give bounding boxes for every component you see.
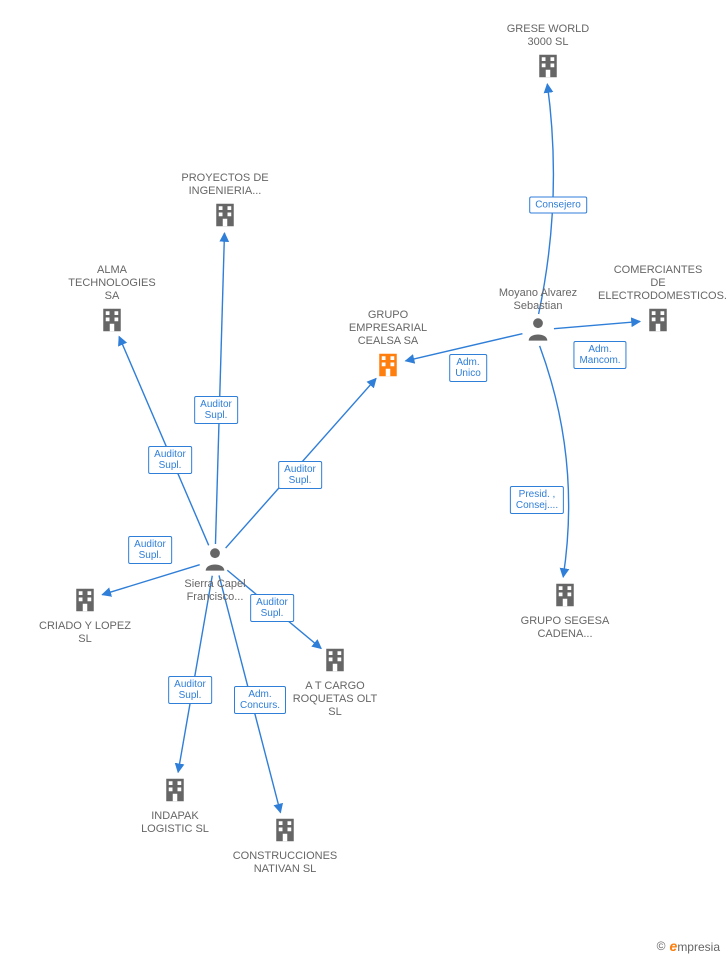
building-icon (160, 775, 190, 805)
copyright-symbol: © (657, 939, 666, 953)
node-indapak[interactable]: INDAPAKLOGISTIC SL (115, 775, 235, 836)
node-construc[interactable]: CONSTRUCCIONESNATIVAN SL (225, 815, 345, 876)
node-label: ALMATECHNOLOGIESSA (52, 264, 172, 303)
building-icon (643, 305, 673, 335)
person-icon (524, 315, 552, 343)
node-label: GRUPO SEGESACADENA... (505, 615, 625, 641)
node-label: INDAPAKLOGISTIC SL (115, 810, 235, 836)
building-icon (320, 645, 350, 675)
node-label: COMERCIANTESDEELECTRODOMESTICOS... (598, 264, 718, 303)
edge-sierra-indapak (178, 576, 212, 773)
node-proyectos[interactable]: PROYECTOS DEINGENIERIA... (165, 172, 285, 233)
node-cealsa[interactable]: GRUPOEMPRESARIALCEALSA SA (328, 309, 448, 383)
copyright: © empresia (657, 938, 720, 954)
edge-label-sierra-construc[interactable]: Adm.Concurs. (234, 686, 286, 714)
diagram-canvas: GRESE WORLD3000 SL PROYECTOS DEINGENIERI… (0, 0, 728, 960)
edge-sierra-proyectos (215, 233, 224, 544)
node-label: GRUPOEMPRESARIALCEALSA SA (328, 309, 448, 348)
node-label: Moyano AlvarezSebastian (478, 287, 598, 313)
edge-label-sierra-criado[interactable]: AuditorSupl. (128, 536, 172, 564)
node-label: GRESE WORLD3000 SL (488, 23, 608, 49)
edge-label-sierra-indapak[interactable]: AuditorSupl. (168, 676, 212, 704)
node-criado[interactable]: CRIADO Y LOPEZSL (25, 585, 145, 646)
node-alma[interactable]: ALMATECHNOLOGIESSA (52, 264, 172, 338)
edge-moyano-segesa (540, 346, 569, 577)
node-label: PROYECTOS DEINGENIERIA... (165, 172, 285, 198)
node-grese[interactable]: GRESE WORLD3000 SL (488, 23, 608, 84)
node-segesa[interactable]: GRUPO SEGESACADENA... (505, 580, 625, 641)
edge-label-moyano-segesa[interactable]: Presid. ,Consej.... (510, 486, 564, 514)
building-icon (210, 200, 240, 230)
edges-layer (0, 0, 728, 960)
building-icon (373, 350, 403, 380)
edge-label-sierra-proyectos[interactable]: AuditorSupl. (194, 396, 238, 424)
building-icon (270, 815, 300, 845)
edge-label-moyano-comerciantes[interactable]: Adm.Mancom. (573, 341, 626, 369)
node-moyano[interactable]: Moyano AlvarezSebastian (478, 287, 598, 346)
building-icon (550, 580, 580, 610)
node-label: A T CARGOROQUETAS OLTSL (275, 680, 395, 719)
node-comerciantes[interactable]: COMERCIANTESDEELECTRODOMESTICOS... (598, 264, 718, 338)
person-icon (201, 545, 229, 573)
edge-sierra-alma (119, 337, 209, 546)
building-icon (97, 305, 127, 335)
edge-label-sierra-atcargo[interactable]: AuditorSupl. (250, 594, 294, 622)
edge-label-moyano-grese[interactable]: Consejero (529, 197, 587, 214)
node-label: CONSTRUCCIONESNATIVAN SL (225, 850, 345, 876)
building-icon (533, 51, 563, 81)
edge-label-sierra-cealsa[interactable]: AuditorSupl. (278, 461, 322, 489)
building-icon (70, 585, 100, 615)
node-label: CRIADO Y LOPEZSL (25, 620, 145, 646)
edge-label-moyano-cealsa[interactable]: Adm.Unico (449, 354, 487, 382)
brand-logo-text: mpresia (677, 940, 720, 954)
node-atcargo[interactable]: A T CARGOROQUETAS OLTSL (275, 645, 395, 719)
edge-label-sierra-alma[interactable]: AuditorSupl. (148, 446, 192, 474)
